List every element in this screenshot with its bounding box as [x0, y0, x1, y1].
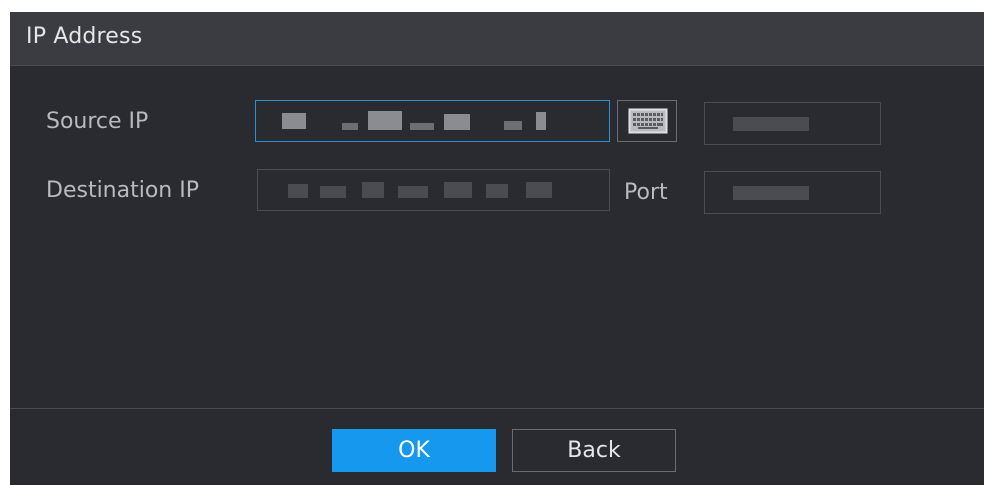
- redacted-value: [320, 186, 346, 198]
- redacted-value: [733, 117, 809, 131]
- redacted-value: [398, 186, 428, 198]
- redacted-value: [410, 123, 434, 130]
- destination-ip-label: Destination IP: [46, 178, 199, 203]
- redacted-value: [282, 113, 306, 129]
- ip-address-dialog: IP Address Source IP Destination IP Port…: [10, 12, 984, 485]
- redacted-value: [526, 182, 552, 198]
- source-ip-label: Source IP: [46, 109, 149, 134]
- footer-divider: [10, 408, 984, 409]
- redacted-value: [444, 182, 472, 198]
- source-ip-input[interactable]: [255, 100, 610, 142]
- ok-button[interactable]: OK: [332, 429, 496, 472]
- redacted-value: [368, 111, 402, 130]
- redacted-value: [733, 186, 809, 200]
- redacted-value: [486, 184, 508, 198]
- redacted-value: [504, 121, 522, 130]
- redacted-value: [288, 184, 308, 198]
- redacted-value: [444, 114, 470, 130]
- destination-port-input[interactable]: [704, 171, 881, 214]
- redacted-value: [362, 182, 384, 198]
- source-port-input[interactable]: [704, 102, 881, 145]
- back-button[interactable]: Back: [512, 429, 676, 472]
- redacted-value: [536, 112, 546, 130]
- destination-ip-input[interactable]: [257, 169, 610, 211]
- keyboard-icon: [628, 108, 668, 134]
- keyboard-button[interactable]: [617, 100, 677, 142]
- dialog-titlebar: IP Address: [10, 12, 984, 66]
- dialog-title: IP Address: [26, 24, 143, 49]
- redacted-value: [342, 123, 358, 130]
- port-label: Port: [624, 180, 668, 205]
